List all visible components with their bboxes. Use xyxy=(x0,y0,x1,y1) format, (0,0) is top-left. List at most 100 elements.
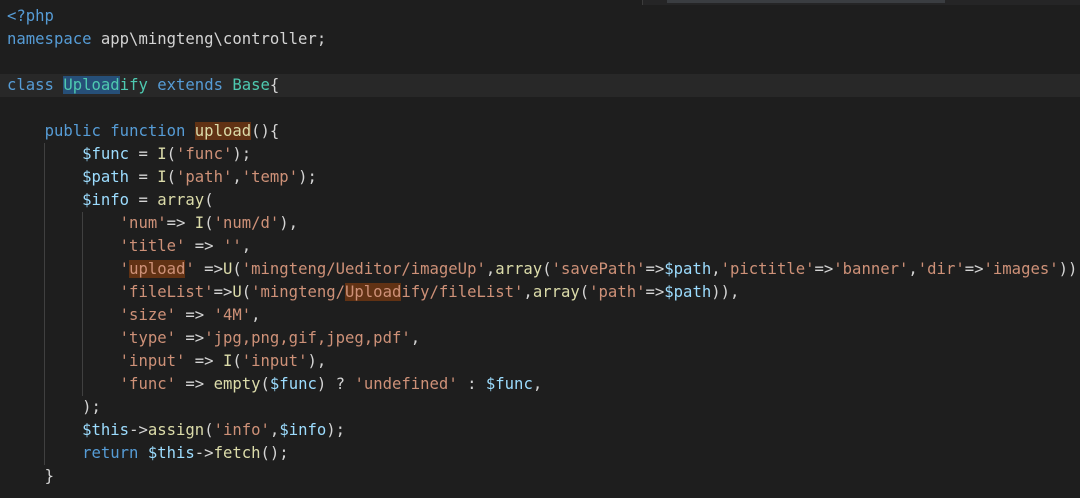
code-line-text: 'upload' =>U('mingteng/Ueditor/imageUp',… xyxy=(7,258,1080,281)
code-token: => xyxy=(645,283,665,301)
code-line[interactable]: return $this->fetch(); xyxy=(0,442,1080,465)
code-token: ( xyxy=(204,421,214,439)
code-token: I xyxy=(157,145,167,163)
code-editor[interactable]: <?php namespace app\mingteng\controller; c… xyxy=(0,0,1080,498)
code-token: ' xyxy=(119,260,130,278)
code-line[interactable]: namespace app\mingteng\controller; xyxy=(0,28,1080,51)
code-token: array xyxy=(495,260,543,278)
highlighted-token: upload xyxy=(194,122,252,140)
code-token: '4M' xyxy=(213,306,252,324)
code-token: 'input' xyxy=(241,352,308,370)
code-line[interactable]: $path = I('path','temp'); xyxy=(0,166,1080,189)
code-token: ( xyxy=(542,260,552,278)
code-token: => xyxy=(176,329,205,347)
code-token: } xyxy=(44,467,54,485)
code-line[interactable]: } xyxy=(0,465,1080,488)
code-line[interactable]: <?php xyxy=(0,5,1080,28)
code-token: extends xyxy=(157,76,223,94)
code-line[interactable]: 'input' => I('input'), xyxy=(0,350,1080,373)
code-line[interactable]: 'num'=> I('num/d'), xyxy=(0,212,1080,235)
code-token: => xyxy=(185,352,223,370)
code-token: ( xyxy=(260,375,270,393)
code-token: ); xyxy=(82,398,101,416)
code-token: , xyxy=(269,421,280,439)
code-line[interactable]: ); xyxy=(0,396,1080,419)
code-line[interactable]: $func = I('func'); xyxy=(0,143,1080,166)
code-token: I xyxy=(194,214,205,232)
code-token: => xyxy=(176,375,214,393)
code-token: $this xyxy=(147,444,195,462)
code-token: <?php xyxy=(7,7,54,25)
code-line[interactable]: 'func' => empty($func) ? 'undefined' : $… xyxy=(0,373,1080,396)
minimap-slider[interactable] xyxy=(667,0,945,3)
code-token: 'fileList' xyxy=(119,283,214,301)
code-token: , xyxy=(532,375,543,393)
code-token: ' xyxy=(185,260,195,278)
code-token: , xyxy=(232,168,242,186)
code-line-text: public function upload(){ xyxy=(7,120,279,143)
code-token: return xyxy=(82,444,139,462)
code-token: $func xyxy=(269,375,317,393)
code-token: => xyxy=(176,306,214,324)
code-token: $func xyxy=(485,375,533,393)
code-line[interactable]: $info = array( xyxy=(0,189,1080,212)
code-token: 'mingteng/ xyxy=(251,283,346,301)
current-code-line[interactable]: class Uploadify extends Base{ xyxy=(0,74,1080,97)
code-token: = xyxy=(129,191,158,209)
code-line[interactable]: 'type' =>'jpg,png,gif,jpeg,pdf', xyxy=(0,327,1080,350)
code-line-text: <?php xyxy=(7,5,54,28)
code-token: => xyxy=(166,214,195,232)
code-token: ( xyxy=(232,352,242,370)
code-token: 'path' xyxy=(176,168,233,186)
highlighted-token: Upload xyxy=(63,76,120,94)
code-token: U xyxy=(222,260,233,278)
code-token: => xyxy=(185,237,223,255)
code-token: )), xyxy=(1058,260,1080,278)
code-token: ( xyxy=(232,260,242,278)
code-line[interactable] xyxy=(0,97,1080,120)
code-token: U xyxy=(232,283,242,301)
code-line-text: 'input' => I('input'), xyxy=(7,350,327,373)
code-token: 'undefined' xyxy=(354,375,458,393)
code-line[interactable]: 'upload' =>U('mingteng/Ueditor/imageUp',… xyxy=(0,258,1080,281)
code-token: app\mingteng\controller; xyxy=(91,30,327,48)
code-line[interactable]: 'size' => '4M', xyxy=(0,304,1080,327)
code-token: 'func' xyxy=(176,145,233,163)
code-token: , xyxy=(251,306,261,324)
code-line-text: ); xyxy=(7,396,101,419)
code-token: $path xyxy=(664,260,712,278)
code-line-text: return $this->fetch(); xyxy=(7,442,289,465)
code-line[interactable]: 'fileList'=>U('mingteng/Uploadify/fileLi… xyxy=(0,281,1080,304)
code-line-text: 'title' => '', xyxy=(7,235,251,258)
code-token: { xyxy=(269,76,280,94)
code-token: $this xyxy=(82,421,130,439)
code-token: ), xyxy=(307,352,327,370)
code-token: 'size' xyxy=(119,306,177,324)
code-token: 'input' xyxy=(119,352,186,370)
code-token: : xyxy=(457,375,486,393)
code-token: public xyxy=(44,122,101,140)
code-line[interactable]: public function upload(){ xyxy=(0,120,1080,143)
code-line[interactable] xyxy=(0,51,1080,74)
code-line[interactable]: 'title' => '', xyxy=(0,235,1080,258)
code-line[interactable]: $this->assign('info',$info); xyxy=(0,419,1080,442)
code-token: -> xyxy=(129,421,148,439)
code-token: I xyxy=(157,168,167,186)
code-line-text: 'num'=> I('num/d'), xyxy=(7,212,298,235)
code-token: function xyxy=(110,122,186,140)
code-token: ( xyxy=(204,214,214,232)
code-token: ) ? xyxy=(316,375,355,393)
code-token: , xyxy=(908,260,918,278)
code-token: 'temp' xyxy=(241,168,299,186)
